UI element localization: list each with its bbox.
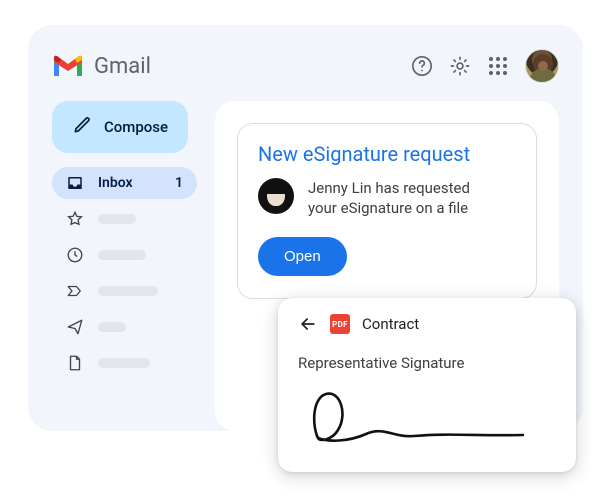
- card-text-line1: Jenny Lin has requested: [308, 179, 470, 197]
- header-actions: [411, 49, 559, 83]
- inbox-icon: [66, 174, 84, 192]
- pencil-icon: [72, 115, 92, 139]
- signature-field-label: Representative Signature: [298, 354, 556, 372]
- compose-button[interactable]: Compose: [52, 101, 188, 153]
- gmail-brand: Gmail: [52, 54, 151, 79]
- drafts-placeholder: [98, 358, 150, 368]
- help-icon[interactable]: [411, 55, 433, 77]
- inbox-count: 1: [175, 175, 183, 191]
- sidebar-item-snoozed[interactable]: [52, 239, 197, 271]
- header: Gmail: [52, 43, 559, 89]
- compose-label: Compose: [104, 118, 168, 136]
- esignature-request-card: New eSignature request Jenny Lin has req…: [237, 123, 537, 299]
- file-icon: [66, 354, 84, 372]
- app-title: Gmail: [94, 54, 151, 79]
- account-avatar[interactable]: [525, 49, 559, 83]
- card-text: Jenny Lin has requested your eSignature …: [308, 178, 470, 219]
- signature-document-overlay: PDF Contract Representative Signature: [278, 298, 576, 472]
- card-body: Jenny Lin has requested your eSignature …: [258, 178, 516, 219]
- open-button[interactable]: Open: [258, 237, 347, 276]
- inbox-label: Inbox: [98, 175, 161, 191]
- starred-placeholder: [98, 214, 136, 224]
- sidebar-item-drafts[interactable]: [52, 347, 197, 379]
- apps-grid-icon[interactable]: [487, 55, 509, 77]
- clock-icon: [66, 246, 84, 264]
- gmail-logo-icon: [52, 54, 84, 78]
- pdf-icon-label: PDF: [332, 320, 348, 329]
- important-icon: [66, 282, 84, 300]
- back-arrow-icon[interactable]: [298, 314, 318, 334]
- document-name: Contract: [362, 315, 419, 333]
- sent-icon: [66, 318, 84, 336]
- signature-drawing: [298, 386, 538, 448]
- snoozed-placeholder: [98, 250, 146, 260]
- sidebar-item-important[interactable]: [52, 275, 197, 307]
- card-title: New eSignature request: [258, 142, 516, 166]
- sidebar-item-starred[interactable]: [52, 203, 197, 235]
- card-text-line2: your eSignature on a file: [308, 199, 468, 217]
- sidebar: Compose Inbox 1: [52, 101, 197, 431]
- star-icon: [66, 210, 84, 228]
- sender-avatar: [258, 178, 294, 214]
- important-placeholder: [98, 286, 158, 296]
- overlay-header: PDF Contract: [298, 314, 556, 334]
- pdf-icon: PDF: [330, 314, 350, 334]
- sidebar-item-sent[interactable]: [52, 311, 197, 343]
- settings-gear-icon[interactable]: [449, 55, 471, 77]
- sent-placeholder: [98, 322, 126, 332]
- sidebar-item-inbox[interactable]: Inbox 1: [52, 167, 197, 199]
